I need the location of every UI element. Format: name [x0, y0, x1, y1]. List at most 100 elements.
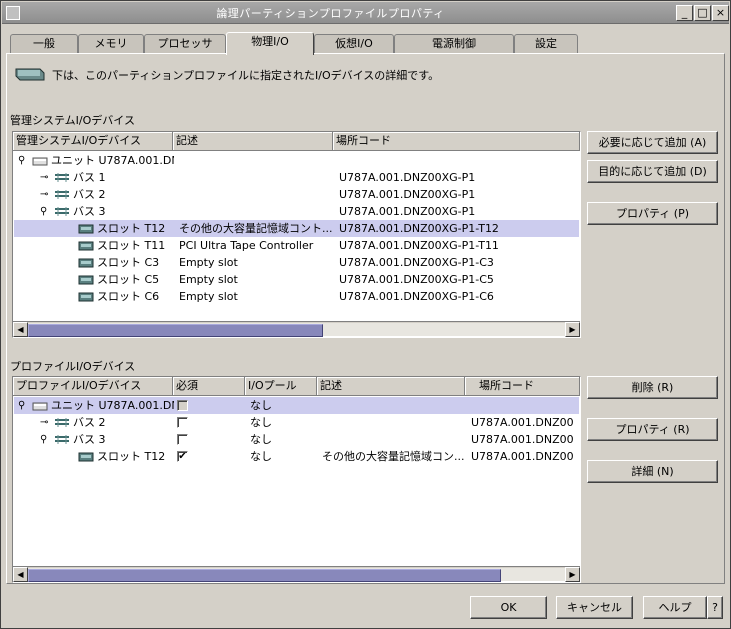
device-description: PCI Ultra Tape Controller	[179, 239, 314, 252]
tree-row[interactable]: ⚲ ユニット U787A.001.DN なし	[14, 397, 579, 414]
scroll-right-button[interactable]: ▶	[565, 322, 580, 337]
required-checkbox	[177, 400, 188, 411]
device-description: Empty slot	[179, 256, 238, 269]
device-description: Empty slot	[179, 273, 238, 286]
tree-row[interactable]: スロット T12 その他の大容量記憶域コント... U787A.001.DNZ00X…	[14, 220, 579, 237]
managed-horizontal-scrollbar[interactable]: ◀ ▶	[13, 321, 580, 337]
required-checkbox[interactable]: ✔	[177, 451, 188, 462]
column-header-profile-device[interactable]: プロファイルI/Oデバイス	[13, 377, 173, 396]
details-button[interactable]: 詳細 (N)	[587, 460, 718, 483]
window-title: 論理パーティションプロファイルプロパティ	[216, 7, 445, 20]
scroll-left-button[interactable]: ◀	[13, 567, 28, 582]
expanded-toggle-icon[interactable]: ⚲	[40, 431, 47, 448]
cancel-button[interactable]: キャンセル	[556, 596, 633, 619]
tab-processor[interactable]: プロセッサ	[144, 34, 226, 54]
bus-icon	[55, 190, 69, 199]
tree-row[interactable]: ⊸ バス 1 U787A.001.DNZ00XG-P1	[14, 169, 579, 186]
column-header-description[interactable]: 記述	[173, 132, 333, 151]
expanded-toggle-icon[interactable]: ⚲	[18, 397, 25, 414]
tab-physical-io[interactable]: 物理I/O	[226, 32, 314, 55]
tree-row[interactable]: ⊸ バス 2 U787A.001.DNZ00XG-P1	[14, 186, 579, 203]
io-pool-value: なし	[250, 399, 272, 412]
profile-horizontal-scrollbar[interactable]: ◀ ▶	[13, 566, 580, 582]
scroll-left-button[interactable]: ◀	[13, 322, 28, 337]
info-text: 下は、このパーティションプロファイルに指定されたI/Oデバイスの詳細です。	[52, 69, 440, 82]
managed-io-table[interactable]: 管理システムI/Oデバイス 記述 場所コード ⚲ ユニット U787A.001.D…	[12, 131, 581, 338]
device-name: バス 2	[73, 416, 106, 429]
tab-virtual-io[interactable]: 仮想I/O	[314, 34, 394, 54]
device-description: その他の大容量記憶域コン...	[322, 450, 465, 463]
column-header-location[interactable]: 場所コード	[333, 132, 580, 151]
collapsed-toggle-icon[interactable]: ⊸	[40, 414, 48, 431]
close-button[interactable]: ×	[712, 5, 729, 21]
tree-row[interactable]: スロット C5 Empty slot U787A.001.DNZ00XG-P1-C5	[14, 271, 579, 288]
scroll-track[interactable]	[28, 323, 565, 337]
tree-row[interactable]: ⊸ バス 2 なし U787A.001.DNZ00	[14, 414, 579, 431]
tree-row[interactable]: ⚲ バス 3 なし U787A.001.DNZ00	[14, 431, 579, 448]
unit-icon	[32, 157, 48, 166]
column-header-required[interactable]: 必須	[173, 377, 245, 396]
required-checkbox[interactable]	[177, 434, 188, 445]
bus-icon	[55, 173, 69, 182]
expanded-toggle-icon[interactable]: ⚲	[18, 152, 25, 169]
column-header-io-pool[interactable]: I/Oプール	[245, 377, 317, 396]
column-header-profile-location[interactable]: 場所コード	[465, 377, 580, 396]
column-header-device[interactable]: 管理システムI/Oデバイス	[13, 132, 173, 151]
device-name: バス 3	[73, 433, 106, 446]
scroll-thumb[interactable]	[28, 324, 323, 337]
help-button[interactable]: ヘルプ	[643, 596, 707, 619]
location-code: U787A.001.DNZ00	[471, 416, 574, 429]
tree-row[interactable]: スロット T12 ✔ なし その他の大容量記憶域コン... U787A.001.DNZ0…	[14, 448, 579, 465]
required-checkbox[interactable]	[177, 417, 188, 428]
tree-row[interactable]: スロット T11 PCI Ultra Tape Controller U787A.0…	[14, 237, 579, 254]
tree-row[interactable]: スロット C3 Empty slot U787A.001.DNZ00XG-P1-C3	[14, 254, 579, 271]
tree-row[interactable]: ⚲ バス 3 U787A.001.DNZ00XG-P1	[14, 203, 579, 220]
device-name: バス 3	[73, 205, 106, 218]
collapsed-toggle-icon[interactable]: ⊸	[40, 169, 48, 186]
tab-power-control[interactable]: 電源制御	[394, 34, 514, 54]
scroll-right-button[interactable]: ▶	[565, 567, 580, 582]
device-name: ユニット U787A.001.DN2	[51, 154, 174, 167]
minimize-button[interactable]: _	[676, 5, 693, 21]
tab-general[interactable]: 一般	[10, 34, 78, 54]
managed-properties-button[interactable]: プロパティ (P)	[587, 202, 718, 225]
device-name: バス 1	[73, 171, 106, 184]
location-code: U787A.001.DNZ00XG-P1	[339, 188, 476, 201]
location-code: U787A.001.DNZ00XG-P1	[339, 171, 476, 184]
unit-icon	[32, 402, 48, 411]
profile-io-table[interactable]: プロファイルI/Oデバイス 必須 I/Oプール 記述 場所コード ⚲ ユニット U…	[12, 376, 581, 583]
profile-section-label: プロファイルI/Oデバイス	[10, 360, 136, 373]
tree-row[interactable]: スロット C6 Empty slot U787A.001.DNZ00XG-P1-C6	[14, 288, 579, 305]
ok-button[interactable]: OK	[470, 596, 547, 619]
location-code: U787A.001.DNZ00XG-P1-C6	[339, 290, 494, 303]
slot-icon	[78, 452, 94, 462]
io-pool-value: なし	[250, 450, 272, 463]
location-code: U787A.001.DNZ00XG-P1-C3	[339, 256, 494, 269]
tree-row[interactable]: ⚲ ユニット U787A.001.DN2	[14, 152, 579, 169]
add-as-required-button[interactable]: 必要に応じて追加 (A)	[587, 131, 718, 154]
add-as-desired-button[interactable]: 目的に応じて追加 (D)	[587, 160, 718, 183]
device-name: バス 2	[73, 188, 106, 201]
slot-icon	[78, 224, 94, 234]
tab-memory[interactable]: メモリ	[78, 34, 144, 54]
remove-button[interactable]: 削除 (R)	[587, 376, 718, 399]
profile-properties-button[interactable]: プロパティ (R)	[587, 418, 718, 441]
device-name: スロット C3	[97, 256, 160, 269]
tab-settings[interactable]: 設定	[514, 34, 578, 54]
location-code: U787A.001.DNZ00XG-P1-T12	[339, 222, 499, 235]
scroll-track[interactable]	[28, 568, 565, 582]
collapsed-toggle-icon[interactable]: ⊸	[40, 186, 48, 203]
maximize-button[interactable]: □	[694, 5, 711, 21]
context-help-button[interactable]: ?	[707, 596, 723, 619]
expanded-toggle-icon[interactable]: ⚲	[40, 203, 47, 220]
location-code: U787A.001.DNZ00XG-P1	[339, 205, 476, 218]
bus-icon	[55, 207, 69, 216]
title-bar[interactable]: 論理パーティションプロファイルプロパティ _ □ ×	[2, 2, 729, 24]
slot-icon	[78, 275, 94, 285]
bus-icon	[55, 418, 69, 427]
scroll-thumb[interactable]	[28, 569, 501, 582]
slot-icon	[78, 241, 94, 251]
location-code: U787A.001.DNZ00XG-P1-C5	[339, 273, 494, 286]
io-pool-value: なし	[250, 416, 272, 429]
column-header-profile-description[interactable]: 記述	[317, 377, 465, 396]
